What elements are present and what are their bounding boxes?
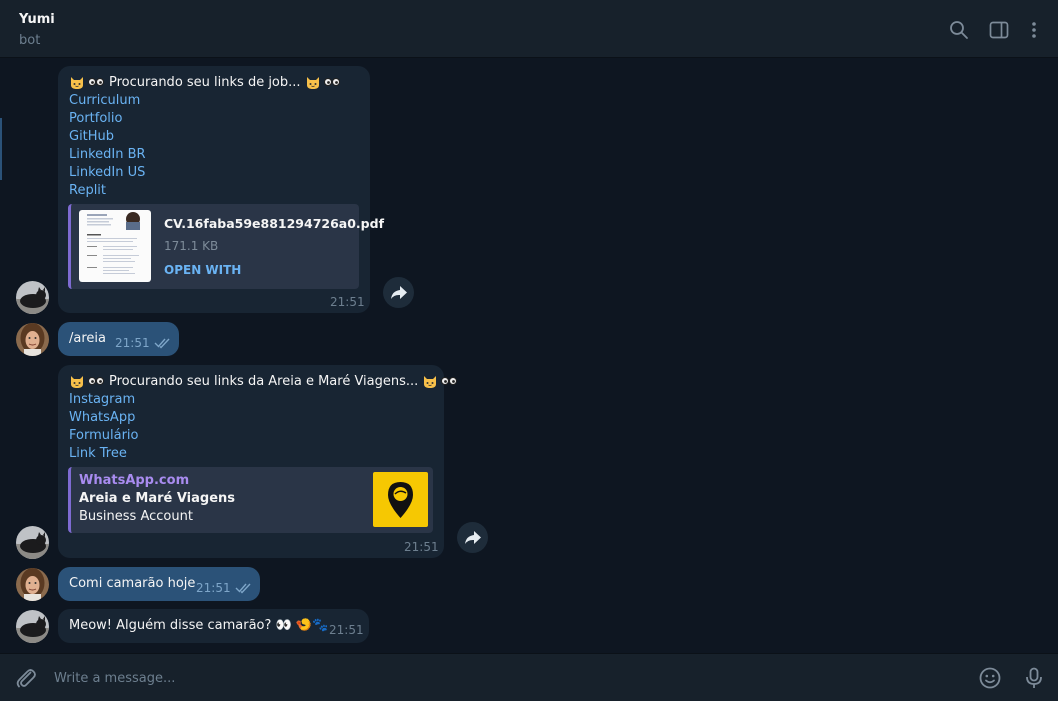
- link-preview-card[interactable]: WhatsApp.com Areia e Maré Viagens Busine…: [68, 467, 433, 533]
- preview-description: Business Account: [79, 509, 193, 524]
- attach-icon[interactable]: [14, 666, 38, 690]
- link-formulario[interactable]: Formulário: [69, 428, 138, 443]
- message-heading: Procurando seu links da Areia e Maré Via…: [69, 373, 462, 389]
- message-bubble-meow[interactable]: Meow! Alguém disse camarão? 👀 🍤🐾 21:51: [58, 609, 369, 643]
- chat-title[interactable]: Yumi: [19, 12, 55, 27]
- document-attachment[interactable]: CV.16faba59e881294726a0.pdf 171.1 KB OPE…: [68, 204, 384, 289]
- message-bubble-links-areia[interactable]: Procurando seu links da Areia e Maré Via…: [58, 365, 458, 558]
- link-portfolio[interactable]: Portfolio: [69, 111, 122, 126]
- preview-site-name: WhatsApp.com: [79, 473, 190, 488]
- double-check-icon: [235, 583, 251, 594]
- cat-emoji-icon: [71, 376, 83, 388]
- avatar-bot[interactable]: [16, 281, 49, 314]
- link-github[interactable]: GitHub: [69, 129, 114, 144]
- glasses-emoji-icon: [441, 377, 458, 385]
- link-linkedin-br[interactable]: LinkedIn BR: [69, 147, 146, 162]
- link-curriculum[interactable]: Curriculum: [69, 93, 140, 108]
- avatar-bot[interactable]: [16, 610, 49, 643]
- sidebar-toggle-icon[interactable]: [989, 20, 1009, 40]
- link-link-tree[interactable]: Link Tree: [69, 446, 127, 461]
- message-bubble-camarao[interactable]: Comi camarão hoje 21:51: [58, 567, 260, 601]
- avatar-bot[interactable]: [16, 526, 49, 559]
- forward-icon: [465, 531, 481, 544]
- message-time: 21:51: [330, 295, 365, 309]
- link-replit[interactable]: Replit: [69, 183, 106, 198]
- side-indicator: [0, 118, 2, 180]
- glasses-emoji-icon: [323, 78, 340, 86]
- document-size: 171.1 KB: [164, 239, 219, 253]
- forward-icon: [391, 286, 407, 299]
- open-with-button[interactable]: OPEN WITH: [164, 263, 241, 277]
- glasses-emoji-icon: [88, 78, 104, 86]
- link-instagram[interactable]: Instagram: [69, 392, 135, 407]
- double-check-icon: [154, 338, 170, 349]
- document-thumbnail[interactable]: [79, 210, 151, 282]
- emoji-icon[interactable]: [978, 666, 1002, 690]
- more-vertical-icon[interactable]: [1024, 20, 1044, 40]
- avatar-user[interactable]: [16, 568, 49, 601]
- message-time: 21:51: [115, 336, 150, 350]
- message-heading-text: Procurando seu links da Areia e Maré Via…: [109, 373, 419, 389]
- forward-button[interactable]: [457, 522, 488, 553]
- avatar-user[interactable]: [16, 323, 49, 356]
- glasses-emoji-icon: [88, 377, 104, 385]
- location-pin-icon: [388, 482, 413, 518]
- message-text: Comi camarão hoje: [69, 576, 196, 591]
- document-name: CV.16faba59e881294726a0.pdf: [164, 216, 385, 231]
- message-text: Meow! Alguém disse camarão? 👀 🍤🐾: [69, 618, 329, 633]
- message-bubble-areia[interactable]: /areia 21:51: [58, 322, 179, 356]
- message-input[interactable]: [54, 668, 954, 688]
- message-time: 21:51: [404, 540, 439, 554]
- message-heading-text: Procurando seu links de job...: [109, 74, 301, 90]
- message-text: /areia: [69, 331, 106, 346]
- link-linkedin-us[interactable]: LinkedIn US: [69, 165, 145, 180]
- cat-emoji-icon: [306, 77, 319, 89]
- microphone-icon[interactable]: [1022, 666, 1046, 690]
- message-bubble-links-job[interactable]: Procurando seu links de job... Curriculu…: [58, 66, 384, 313]
- chat-header: Yumi bot: [0, 0, 1058, 58]
- message-heading: Procurando seu links de job...: [69, 74, 345, 90]
- message-time: 21:51: [196, 581, 231, 595]
- message-composer: [0, 653, 1058, 701]
- preview-title: Areia e Maré Viagens: [79, 491, 236, 506]
- link-whatsapp[interactable]: WhatsApp: [69, 410, 135, 425]
- cat-emoji-icon: [424, 376, 437, 388]
- forward-button[interactable]: [383, 277, 414, 308]
- cat-emoji-icon: [71, 77, 83, 89]
- message-list[interactable]: Procurando seu links de job... Curriculu…: [0, 58, 1058, 653]
- preview-thumbnail[interactable]: [373, 472, 428, 527]
- chat-status: bot: [19, 33, 41, 48]
- search-icon[interactable]: [949, 20, 969, 40]
- message-time: 21:51: [329, 623, 364, 637]
